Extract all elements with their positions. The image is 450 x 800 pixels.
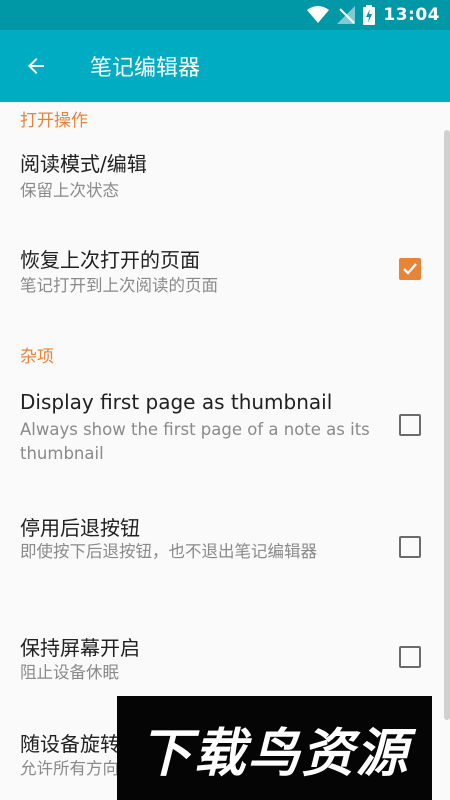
pref-summary: 笔记打开到上次阅读的页面 xyxy=(20,276,218,295)
watermark: 下载鸟资源 xyxy=(117,696,432,800)
arrow-back-icon xyxy=(28,58,44,74)
pref-keep-screen-on[interactable]: 保持屏幕开启 阻止设备休眠 xyxy=(0,614,450,698)
pref-title: 阅读模式/编辑 xyxy=(20,152,147,176)
app-bar: 笔记编辑器 xyxy=(0,30,450,102)
status-time: 13:04 xyxy=(383,5,440,25)
pref-title: 恢复上次打开的页面 xyxy=(20,248,200,272)
first-page-thumbnail-checkbox[interactable] xyxy=(399,414,421,436)
pref-reading-mode[interactable]: 阅读模式/编辑 保留上次状态 xyxy=(0,136,450,206)
pref-summary: 即使按下后退按钮，也不退出笔记编辑器 xyxy=(20,542,317,561)
section-header-open: 打开操作 xyxy=(20,111,88,131)
pref-summary: 保留上次状态 xyxy=(20,181,119,200)
pref-summary: Always show the first page of a note as … xyxy=(20,420,370,463)
disable-back-button-checkbox[interactable] xyxy=(399,536,421,558)
pref-summary: 阻止设备休眠 xyxy=(20,663,119,682)
pref-first-page-thumbnail[interactable]: Display first page as thumbnail Always s… xyxy=(0,372,450,482)
keep-screen-on-checkbox[interactable] xyxy=(399,646,421,668)
pref-title: 随设备旋转 xyxy=(20,732,120,756)
page-title: 笔记编辑器 xyxy=(90,56,201,81)
battery-charging-icon xyxy=(363,5,376,25)
pref-disable-back-button[interactable]: 停用后退按钮 即使按下后退按钮，也不退出笔记编辑器 xyxy=(0,494,450,604)
no-signal-icon xyxy=(337,6,356,24)
restore-last-page-checkbox[interactable] xyxy=(399,258,421,280)
pref-title: 停用后退按钮 xyxy=(20,516,140,540)
status-bar: 13:04 xyxy=(0,0,450,30)
pref-restore-last-page[interactable]: 恢复上次打开的页面 笔记打开到上次阅读的页面 xyxy=(0,226,450,306)
section-header-misc: 杂项 xyxy=(20,347,54,367)
pref-title: Display first page as thumbnail xyxy=(20,390,333,414)
wifi-icon xyxy=(307,6,330,24)
watermark-text: 下载鸟资源 xyxy=(139,723,410,784)
back-button[interactable] xyxy=(0,30,72,102)
scrollbar[interactable] xyxy=(444,130,450,720)
check-icon xyxy=(403,263,417,275)
pref-title: 保持屏幕开启 xyxy=(20,636,140,660)
